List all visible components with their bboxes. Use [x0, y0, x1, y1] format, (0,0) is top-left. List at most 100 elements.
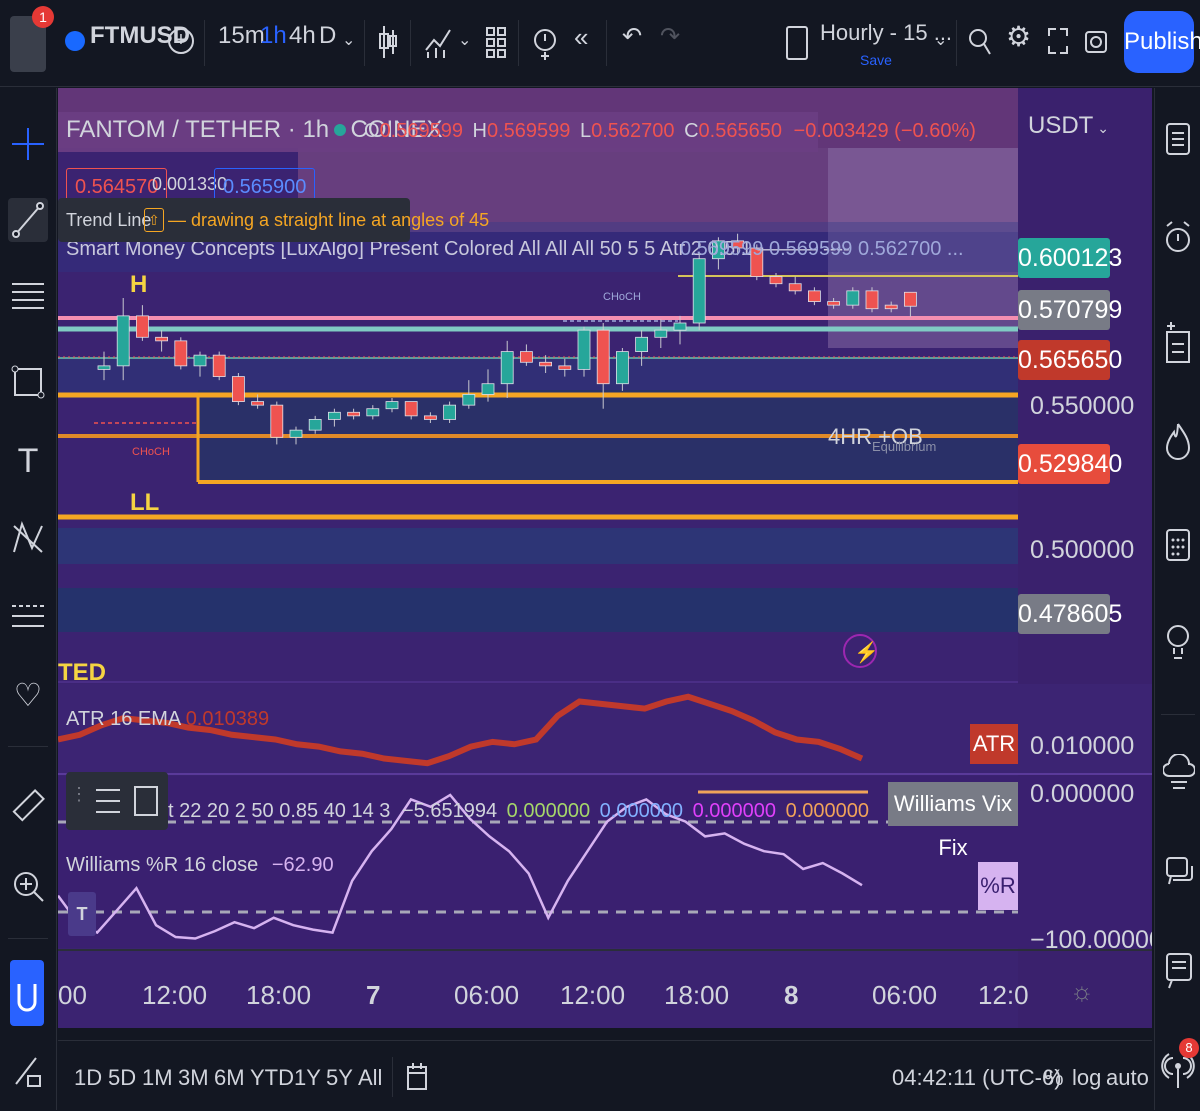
crosshair-icon[interactable]: [10, 126, 46, 162]
undo-icon[interactable]: ↶: [622, 22, 642, 51]
chevron-down-icon[interactable]: ⌄: [934, 30, 947, 50]
hotlist-icon[interactable]: [1165, 422, 1191, 462]
candles-icon[interactable]: [378, 24, 398, 60]
price-tick-0500000: 0.500000: [1030, 536, 1135, 564]
time-tick-6: 18:00: [664, 980, 730, 1010]
indicators-icon[interactable]: [424, 24, 454, 60]
range-ytd[interactable]: YTD: [250, 1065, 294, 1091]
range-1y[interactable]: 1Y: [294, 1065, 321, 1091]
top-toolbar: 1 FTMUSD + 15m 1h 4h D ⌄ ⌄ « ↶ ↷ Hourly …: [0, 0, 1200, 87]
candle-up: [500, 351, 514, 385]
candle-down: [347, 411, 361, 417]
floating-drawing-toolbar[interactable]: ⋮: [66, 772, 168, 830]
fib-retracement-icon[interactable]: [10, 278, 46, 314]
text-icon[interactable]: T: [10, 442, 46, 480]
bottom-toolbar: 1D 5D 1M 3M 6M YTD 1Y 5Y All 04:42:11 (U…: [58, 1040, 1152, 1111]
interval-1h[interactable]: 1h: [260, 22, 287, 50]
alert-clock-icon[interactable]: [532, 22, 558, 62]
chevron-down-icon[interactable]: ⌄: [342, 30, 355, 50]
choch-label-2: CHoCH: [132, 446, 170, 458]
range-3m[interactable]: 3M: [178, 1065, 209, 1091]
watchlist-icon[interactable]: [1165, 122, 1191, 156]
drag-handle-icon[interactable]: ⋮: [70, 784, 88, 805]
heart-icon[interactable]: ♡: [10, 676, 46, 713]
vix-legend[interactable]: t 22 20 2 50 0.85 40 14 3 −5.651994 0.00…: [168, 800, 869, 823]
lock-drawings-icon[interactable]: [10, 1054, 46, 1090]
log-toggle[interactable]: log: [1072, 1065, 1101, 1091]
messages-icon[interactable]: [1163, 854, 1195, 894]
layout-grid-icon[interactable]: [486, 26, 506, 58]
candle-up: [308, 419, 322, 431]
currency-selector[interactable]: USDT ⌄: [1028, 112, 1109, 140]
range-all[interactable]: All: [358, 1065, 382, 1091]
auto-toggle[interactable]: auto: [1106, 1065, 1149, 1091]
clock[interactable]: 04:42:11 (UTC-6): [892, 1065, 1062, 1091]
axis-settings-icon[interactable]: ☼: [1070, 976, 1094, 1007]
candle-up: [289, 429, 303, 438]
redo-icon[interactable]: ↷: [660, 22, 680, 51]
camera-icon[interactable]: [1084, 26, 1108, 56]
range-1m[interactable]: 1M: [142, 1065, 173, 1091]
candle-up: [635, 336, 648, 352]
atr-axis-value: 0.010000: [1030, 732, 1135, 760]
compare-add-icon[interactable]: +: [168, 28, 194, 54]
calendar-icon[interactable]: [1165, 524, 1191, 564]
chats-icon[interactable]: [1162, 753, 1196, 794]
publish-button[interactable]: Publish: [1124, 11, 1200, 73]
candle-down: [231, 376, 245, 402]
chevron-down-icon[interactable]: ⌄: [458, 30, 471, 50]
fullscreen-icon[interactable]: [1048, 28, 1068, 54]
range-6m[interactable]: 6M: [214, 1065, 245, 1091]
wpr-legend[interactable]: Williams %R 16 close −62.90: [66, 854, 334, 877]
price-label-0529840: 0.529840: [1018, 444, 1122, 484]
h-label: H: [130, 271, 147, 298]
data-window-icon[interactable]: [1165, 320, 1191, 366]
notes-icon[interactable]: [1163, 950, 1195, 990]
discount-zone-2: [58, 588, 1018, 632]
vix-badge: Williams Vix Fix: [888, 782, 1018, 860]
zoom-in-icon[interactable]: [10, 868, 46, 904]
candle-down: [519, 351, 533, 363]
time-tick-8: 06:00: [872, 980, 938, 1010]
range-5y[interactable]: 5Y: [326, 1065, 353, 1091]
price-tick-0550000: 0.550000: [1030, 392, 1135, 420]
candle-up: [462, 394, 476, 406]
range-1d[interactable]: 1D: [74, 1065, 102, 1091]
tradingview-logo-icon[interactable]: T: [68, 892, 96, 936]
ideas-lightbulb-icon[interactable]: [1165, 622, 1191, 662]
candle-up: [616, 351, 629, 385]
prediction-icon[interactable]: [10, 598, 46, 634]
candle-up: [846, 290, 860, 306]
ruler-icon[interactable]: [10, 788, 46, 824]
gear-icon[interactable]: ⚙: [1006, 20, 1031, 53]
candle-down: [596, 329, 610, 385]
candle-down: [558, 365, 572, 370]
trend-line-icon[interactable]: [8, 198, 48, 242]
layout-save-label[interactable]: Save: [860, 52, 892, 68]
chart-pane[interactable]: H LL CHoCH CHoCH 4HR +OB Equilibrium TED…: [58, 88, 1152, 1028]
interval-15m[interactable]: 15m: [218, 22, 265, 50]
tooltip-hint: — drawing a straight line at angles of 4…: [168, 210, 490, 230]
layout-name[interactable]: Hourly - 15 ...: [820, 20, 952, 46]
goto-date-icon[interactable]: [406, 1061, 428, 1093]
pattern-icon[interactable]: [10, 520, 46, 556]
rectangle-icon[interactable]: [10, 364, 46, 400]
fib-icon[interactable]: [94, 784, 122, 818]
replay-icon[interactable]: «: [574, 22, 588, 53]
search-icon[interactable]: [968, 26, 992, 58]
percent-toggle[interactable]: %: [1044, 1065, 1064, 1091]
price-label-0570799: 0.570799: [1018, 290, 1122, 330]
interval-4h[interactable]: 4h: [289, 22, 316, 50]
range-5d[interactable]: 5D: [108, 1065, 136, 1091]
vix-axis-value: 0.000000: [1030, 780, 1135, 808]
layout-icon[interactable]: [786, 26, 808, 60]
magnet-icon[interactable]: [10, 960, 44, 1026]
alarm-clock-icon[interactable]: [1165, 220, 1191, 256]
candle-down: [251, 401, 265, 406]
atr-legend[interactable]: ATR 16 EMA 0.010389: [66, 708, 269, 731]
trend-line-tooltip: Trend Line ⇧ — drawing a straight line a…: [58, 198, 489, 242]
interval-d[interactable]: D: [319, 22, 336, 50]
rectangle-icon[interactable]: [132, 784, 160, 818]
wpr-axis-bottom: −100.000000: [1030, 926, 1152, 954]
equilibrium-label: Equilibrium: [872, 439, 936, 454]
